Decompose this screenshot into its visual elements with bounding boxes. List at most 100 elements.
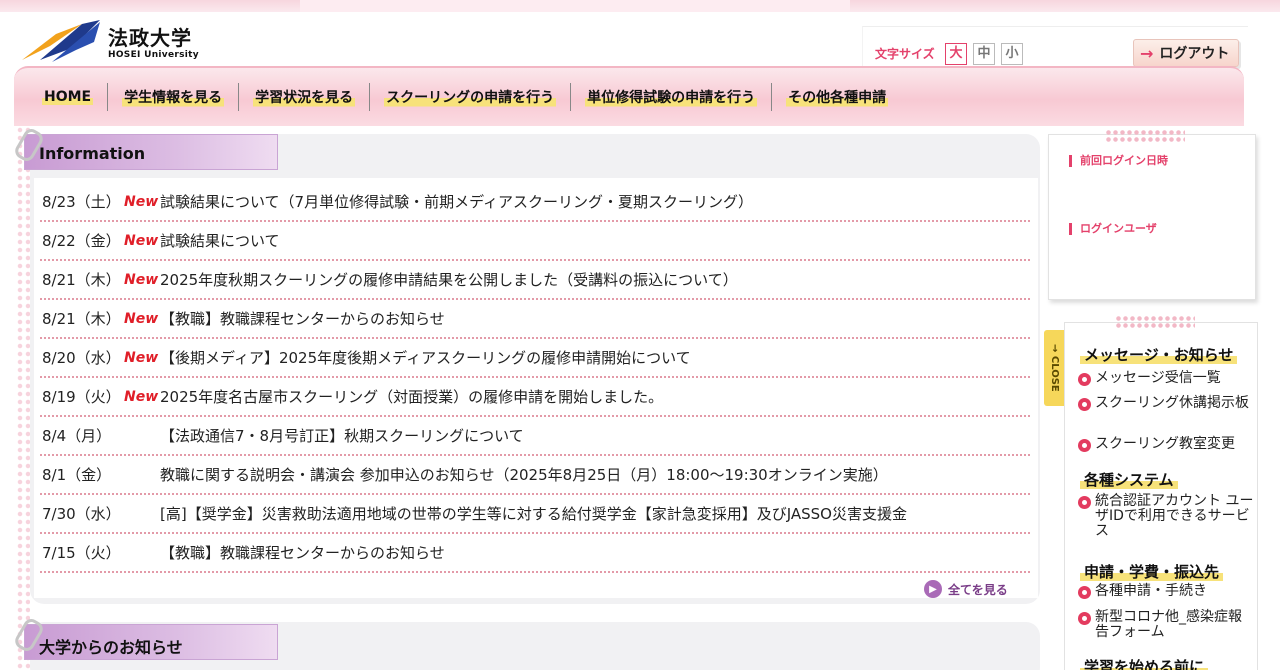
nav-item-other-apply[interactable]: その他各種申請 — [776, 82, 898, 112]
list-item[interactable]: 8/19（火） New 2025年度名古屋市スクーリング（対面授業）の履修申請を… — [40, 378, 1030, 417]
nav-item-study-status[interactable]: 学習状況を見る — [243, 82, 365, 112]
menu-heading-label: 申請・学費・振込先 — [1080, 563, 1224, 581]
logout-label: ログアウト — [1159, 46, 1230, 62]
nav-label: 学習状況を見る — [253, 85, 356, 109]
item-date: 8/23（土） — [42, 193, 121, 211]
nav-divider — [107, 83, 109, 111]
menu-link-label: メッセージ受信一覧 — [1095, 370, 1221, 386]
play-circle-icon: ▶ — [924, 580, 942, 598]
logout-button[interactable]: → ログアウト — [1133, 39, 1239, 67]
list-item[interactable]: 8/23（土） New 試験結果について（7月単位修得試験・前期メディアスクーリ… — [40, 183, 1030, 222]
new-badge: New — [124, 388, 159, 405]
menu-link-schooling-cancellations[interactable]: スクーリング休講掲示板 — [1078, 396, 1254, 411]
list-item[interactable]: 8/21（木） New 2025年度秋期スクーリングの履修申請結果を公開しました… — [40, 261, 1030, 300]
nav-label: HOME — [42, 87, 94, 107]
login-user-label: ログインユーザ — [1069, 223, 1157, 235]
nav-label: 単位修得試験の申請を行う — [585, 85, 758, 109]
menu-heading-label: 学習を始める前に — [1080, 658, 1209, 670]
menu-heading-label: メッセージ・お知らせ — [1080, 346, 1238, 364]
menu-link-message-inbox[interactable]: メッセージ受信一覧 — [1078, 371, 1254, 386]
see-all-link[interactable]: ▶ 全てを見る — [924, 580, 1008, 598]
arrow-right-icon: → — [1140, 43, 1154, 63]
nav-divider — [570, 83, 572, 111]
item-title-link[interactable]: 【教職】教職課程センターからのお知らせ — [160, 542, 1030, 563]
menu-link-classroom-changes[interactable]: スクーリング教室変更 — [1078, 437, 1254, 452]
fontsize-label: 文字サイズ — [875, 47, 935, 61]
menu-heading-label: 各種システム — [1080, 471, 1178, 489]
logo-name: 法政大学 — [108, 26, 192, 50]
bullet-circle-icon — [1078, 612, 1091, 625]
login-info-card: 前回ログイン日時 ログインユーザ — [1048, 129, 1256, 300]
menu-link-label: 各種申請・手続き — [1095, 583, 1207, 599]
item-date: 8/22（金） — [42, 232, 121, 250]
menu-link-infection-report[interactable]: 新型コロナ他_感染症報告フォーム — [1078, 610, 1254, 640]
new-badge: New — [124, 349, 159, 366]
list-item[interactable]: 8/20（水） New 【後期メディア】2025年度後期メディアスクーリングの履… — [40, 339, 1030, 378]
item-title-link[interactable]: 【法政通信7・8月号訂正】秋期スクーリングについて — [160, 425, 1030, 446]
fontsize-small-button[interactable]: 小 — [1001, 43, 1023, 65]
item-date: 8/21（木） — [42, 310, 121, 328]
nav-divider — [369, 83, 371, 111]
fontsize-medium-button[interactable]: 中 — [973, 43, 995, 65]
logo-subname: HOSEI University — [108, 50, 199, 60]
main-nav: HOME 学生情報を見る 学習状況を見る スクーリングの申請を行う 単位修得試験… — [14, 66, 1244, 126]
nav-item-exam-apply[interactable]: 単位修得試験の申請を行う — [575, 82, 767, 112]
menu-heading-messages: メッセージ・お知らせ — [1080, 344, 1238, 365]
information-list: 8/23（土） New 試験結果について（7月単位修得試験・前期メディアスクーリ… — [40, 183, 1030, 573]
list-item[interactable]: 8/21（木） New 【教職】教職課程センターからのお知らせ — [40, 300, 1030, 339]
nav-divider — [771, 83, 773, 111]
nav-label: スクーリングの申請を行う — [384, 85, 557, 109]
nav-label: その他各種申請 — [786, 85, 889, 109]
nav-item-student-info[interactable]: 学生情報を見る — [112, 82, 234, 112]
item-date: 8/4（月） — [42, 427, 112, 445]
list-item[interactable]: 8/4（月） 【法政通信7・8月号訂正】秋期スクーリングについて — [40, 417, 1030, 456]
item-title-link[interactable]: 【教職】教職課程センターからのお知らせ — [160, 308, 1030, 329]
nav-item-schooling-apply[interactable]: スクーリングの申請を行う — [374, 82, 566, 112]
site-header: 法政大学 HOSEI University 文字サイズ 大 中 小 → ログアウ… — [0, 12, 1280, 72]
item-title-link[interactable]: 【後期メディア】2025年度後期メディアスクーリングの履修申請開始について — [160, 347, 1030, 368]
new-badge: New — [124, 193, 159, 210]
item-title-link[interactable]: 2025年度秋期スクーリングの履修申請結果を公開しました（受講料の振込について） — [160, 269, 1030, 290]
list-item[interactable]: 8/22（金） New 試験結果について — [40, 222, 1030, 261]
hosei-logo-mark-icon — [22, 20, 100, 62]
new-badge: New — [124, 271, 159, 288]
menu-heading-applications: 申請・学費・振込先 — [1080, 561, 1224, 582]
item-title-link[interactable]: 試験結果について — [160, 230, 1030, 251]
menu-link-label: スクーリング教室変更 — [1095, 436, 1235, 452]
item-date: 7/15（火） — [42, 544, 121, 562]
list-item[interactable]: 7/15（火） 【教職】教職課程センターからのお知らせ — [40, 534, 1030, 573]
menu-link-label: 新型コロナ他_感染症報告フォーム — [1095, 609, 1242, 640]
fontsize-large-button[interactable]: 大 — [945, 43, 967, 65]
list-item[interactable]: 8/1（金） 教職に関する説明会・講演会 参加申込のお知らせ（2025年8月25… — [40, 456, 1030, 495]
new-badge: New — [124, 232, 159, 249]
item-date: 8/1（金） — [42, 466, 112, 484]
item-date: 8/19（火） — [42, 388, 121, 406]
bullet-circle-icon — [1078, 496, 1091, 509]
see-all-label: 全てを見る — [948, 582, 1008, 597]
left-dotted-decoration — [16, 126, 30, 670]
new-badge: New — [124, 310, 159, 327]
item-title-link[interactable]: 教職に関する説明会・講演会 参加申込のお知らせ（2025年8月25日（月）18:… — [160, 464, 1030, 485]
item-title-link[interactable]: [高]【奨学金】災害救助法適用地域の世帯の学生等に対する給付奨学金【家計急変採用… — [160, 503, 1030, 524]
menu-heading-before-study: 学習を始める前に — [1080, 656, 1209, 670]
information-heading: Information — [24, 134, 278, 170]
hosei-logo[interactable]: 法政大学 HOSEI University — [22, 20, 202, 66]
menu-heading-systems: 各種システム — [1080, 469, 1178, 490]
item-title-link[interactable]: 試験結果について（7月単位修得試験・前期メディアスクーリング・夏期スクーリング） — [160, 191, 1030, 212]
nav-label: 学生情報を見る — [122, 85, 225, 109]
item-title-link[interactable]: 2025年度名古屋市スクーリング（対面授業）の履修申請を開始しました。 — [160, 386, 1030, 407]
item-date: 8/20（水） — [42, 349, 121, 367]
university-news-heading: 大学からのお知らせ — [24, 624, 278, 660]
bullet-circle-icon — [1078, 398, 1091, 411]
bullet-circle-icon — [1078, 439, 1091, 452]
item-date: 7/30（水） — [42, 505, 121, 523]
menu-link-applications[interactable]: 各種申請・手続き — [1078, 584, 1254, 599]
bullet-circle-icon — [1078, 586, 1091, 599]
nav-item-home[interactable]: HOME — [32, 82, 103, 112]
menu-link-label: スクーリング休講掲示板 — [1095, 395, 1249, 411]
bullet-circle-icon — [1078, 373, 1091, 386]
close-sidebar-tab[interactable]: → CLOSE — [1044, 330, 1064, 406]
menu-link-label: 統合認証アカウント ユーザIDで利用できるサービス — [1095, 493, 1254, 539]
list-item[interactable]: 7/30（水） [高]【奨学金】災害救助法適用地域の世帯の学生等に対する給付奨学… — [40, 495, 1030, 534]
menu-link-integrated-auth[interactable]: 統合認証アカウント ユーザIDで利用できるサービス — [1078, 494, 1254, 539]
